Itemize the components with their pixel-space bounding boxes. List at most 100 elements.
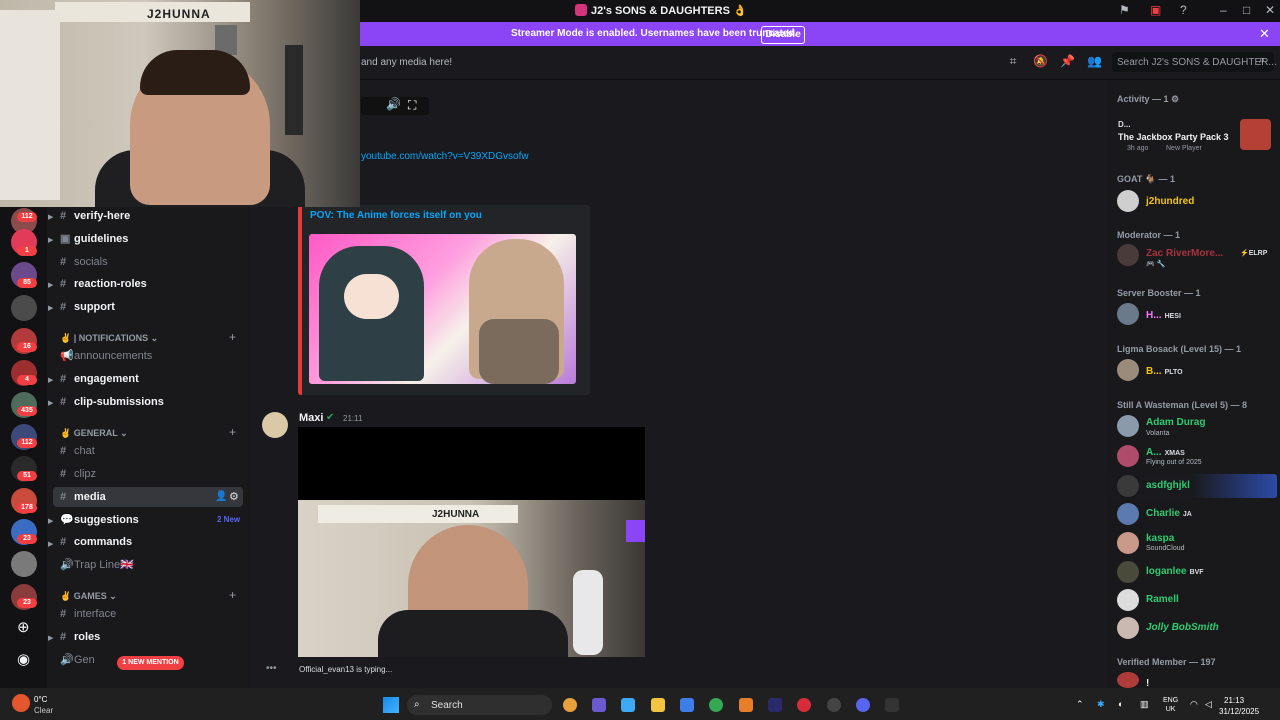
expand-arrow-icon[interactable]: ▶: [48, 236, 53, 244]
chevron-up-icon[interactable]: ⌃: [1076, 699, 1084, 710]
avatar[interactable]: [1117, 415, 1139, 437]
app-icon[interactable]: [885, 698, 899, 712]
opera-icon[interactable]: [797, 698, 811, 712]
language-indicator[interactable]: ENG UK: [1163, 696, 1178, 714]
embed-title[interactable]: POV: The Anime forces itself on you: [310, 210, 482, 221]
channel-socials[interactable]: # socials: [60, 252, 108, 272]
member-name[interactable]: Ramell: [1146, 594, 1179, 605]
volume-icon[interactable]: 🔊: [386, 97, 401, 111]
member-name[interactable]: Zac RiverMore...: [1146, 248, 1223, 259]
expand-arrow-icon[interactable]: ▶: [48, 540, 53, 548]
member-name[interactable]: j2hundred: [1146, 196, 1194, 207]
channel-clip-submissions[interactable]: # clip-submissions: [60, 392, 164, 412]
member-name[interactable]: A... XMAS: [1146, 447, 1185, 458]
channel-guidelines[interactable]: ▣ guidelines: [60, 229, 128, 249]
fullscreen-icon[interactable]: ⛶: [408, 98, 416, 113]
game-cover[interactable]: [1240, 119, 1271, 150]
expand-arrow-icon[interactable]: ▶: [48, 281, 53, 289]
weather-temp[interactable]: 0°C: [34, 695, 47, 704]
gear-icon[interactable]: ⚙: [1171, 94, 1179, 104]
avatar[interactable]: [1117, 244, 1139, 266]
discord-icon[interactable]: [856, 698, 870, 712]
notifications-icon[interactable]: ▣: [1150, 3, 1161, 17]
member-name[interactable]: Charlie JA: [1146, 508, 1192, 519]
channel-chat[interactable]: # chat: [60, 441, 95, 461]
member-name[interactable]: asdfghjkl: [1146, 480, 1190, 491]
inbox-icon[interactable]: ⚑: [1119, 3, 1130, 17]
member-name[interactable]: B... PLTO: [1146, 366, 1183, 377]
clock-date[interactable]: 31/12/2025: [1219, 707, 1259, 716]
channel-engagement[interactable]: # engagement: [60, 369, 139, 389]
expand-arrow-icon[interactable]: ▶: [48, 399, 53, 407]
activity-user[interactable]: D...: [1118, 120, 1130, 129]
invite-icon[interactable]: 👤: [215, 491, 227, 502]
disable-button[interactable]: Disable: [761, 26, 805, 44]
add-channel-icon[interactable]: +: [229, 330, 236, 344]
weather-icon[interactable]: [12, 694, 30, 712]
avatar[interactable]: [1117, 303, 1139, 325]
member-list-icon[interactable]: 👥: [1087, 54, 1102, 68]
premiere-icon[interactable]: [768, 698, 782, 712]
embed-thumbnail[interactable]: [309, 234, 576, 384]
app-icon[interactable]: [592, 698, 606, 712]
youtube-link[interactable]: youtube.com/watch?v=V39XDGvsofw: [361, 151, 529, 162]
channel-support[interactable]: # support: [60, 297, 115, 317]
app-icon[interactable]: [827, 698, 841, 712]
avatar[interactable]: [1117, 532, 1139, 554]
close-icon[interactable]: ✕: [1259, 26, 1270, 42]
channel-reaction-roles[interactable]: # reaction-roles: [60, 274, 147, 294]
tray-icon[interactable]: ▥: [1140, 699, 1149, 710]
category-games[interactable]: ✌ GAMES ⌄: [60, 591, 117, 602]
server-icon[interactable]: [11, 295, 37, 321]
chrome-icon[interactable]: [709, 698, 723, 712]
member-name[interactable]: H... HESI: [1146, 310, 1181, 321]
pin-icon[interactable]: 📌: [1060, 54, 1075, 68]
category-notifications[interactable]: ✌ | NOTIFICATIONS ⌄: [60, 333, 158, 344]
minimize-icon[interactable]: –: [1220, 3, 1227, 17]
gear-icon[interactable]: ⚙: [229, 490, 239, 503]
channel-clipz[interactable]: # clipz: [60, 464, 96, 484]
channel-roles[interactable]: # roles: [60, 627, 100, 647]
server-icon[interactable]: [11, 551, 37, 577]
channel-commands[interactable]: # commands: [60, 532, 132, 552]
add-channel-icon[interactable]: +: [229, 425, 236, 439]
volume-icon[interactable]: ◁: [1205, 699, 1212, 710]
channel-suggestions[interactable]: 💬suggestions: [60, 510, 139, 530]
app-icon[interactable]: [739, 698, 753, 712]
avatar[interactable]: [1117, 503, 1139, 525]
avatar[interactable]: [1117, 475, 1139, 497]
category-general[interactable]: ✌ GENERAL ⌄: [60, 428, 128, 439]
app-icon[interactable]: [621, 698, 635, 712]
avatar[interactable]: [262, 412, 288, 438]
member-name[interactable]: loganlee BVF: [1146, 566, 1204, 577]
avatar[interactable]: [1117, 672, 1139, 688]
expand-arrow-icon[interactable]: ▶: [48, 517, 53, 525]
avatar[interactable]: [1117, 617, 1139, 639]
maximize-icon[interactable]: □: [1243, 3, 1250, 17]
avatar[interactable]: [1117, 445, 1139, 467]
avatar[interactable]: [1117, 359, 1139, 381]
avatar[interactable]: [1117, 561, 1139, 583]
avatar[interactable]: [1117, 589, 1139, 611]
message-author[interactable]: Maxi: [299, 412, 323, 424]
add-server-icon[interactable]: ⊕: [17, 618, 30, 636]
channel-interface[interactable]: # interface: [60, 604, 116, 624]
avatar[interactable]: [1117, 190, 1139, 212]
app-icon[interactable]: [680, 698, 694, 712]
mute-icon[interactable]: 🔕: [1033, 54, 1048, 68]
taskbar-search[interactable]: [407, 695, 552, 715]
channel-gen[interactable]: 🔊Gen: [60, 650, 95, 670]
expand-arrow-icon[interactable]: ▶: [48, 213, 53, 221]
new-mention-pill[interactable]: 1 NEW MENTION: [117, 656, 184, 670]
expand-arrow-icon[interactable]: ▶: [48, 634, 53, 642]
help-icon[interactable]: ?: [1180, 3, 1187, 17]
member-name[interactable]: kaspa: [1146, 533, 1174, 544]
member-name[interactable]: Adam Durag: [1146, 417, 1205, 428]
app-icon[interactable]: [563, 698, 577, 712]
start-icon[interactable]: [383, 697, 399, 713]
channel-verify-here[interactable]: # verify-here: [60, 206, 130, 226]
activity-game[interactable]: The Jackbox Party Pack 3: [1118, 132, 1229, 142]
close-window-icon[interactable]: ✕: [1265, 3, 1275, 17]
channel-media[interactable]: # media: [60, 487, 106, 507]
discover-icon[interactable]: ◉: [17, 650, 30, 668]
